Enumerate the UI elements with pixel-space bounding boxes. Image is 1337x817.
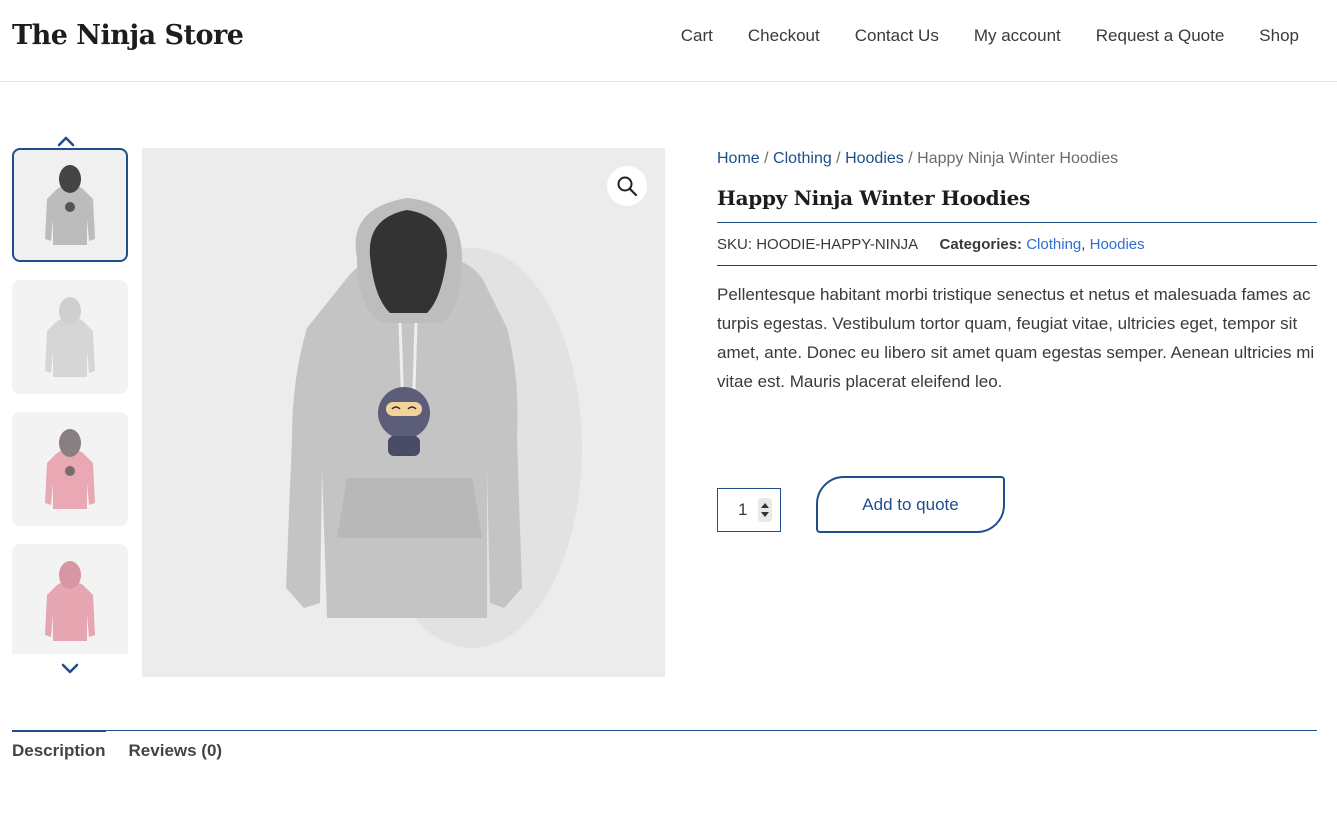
product-short-description: Pellentesque habitant morbi tristique se…	[717, 285, 1315, 391]
nav-item-request-quote[interactable]: Request a Quote	[1096, 26, 1225, 46]
thumbnail-3[interactable]	[12, 412, 128, 526]
breadcrumb-home[interactable]: Home	[717, 150, 760, 167]
hoodie-thumbnail-image	[45, 429, 95, 509]
tab-description[interactable]: Description	[12, 730, 106, 761]
thumbnail-2[interactable]	[12, 280, 128, 394]
breadcrumb: Home / Clothing / Hoodies / Happy Ninja …	[717, 150, 1317, 168]
categories-label: Categories:	[939, 236, 1023, 253]
nav-item-cart[interactable]: Cart	[681, 26, 713, 46]
site-title[interactable]: The Ninja Store	[12, 20, 244, 51]
quantity-value: 1	[738, 500, 748, 519]
thumbnail-4[interactable]	[12, 544, 128, 654]
hoodie-thumbnail-image	[45, 561, 95, 641]
product-meta: SKU: HOODIE-HAPPY-NINJA Categories: Clot…	[717, 223, 1317, 266]
gallery-thumbnails	[12, 148, 128, 654]
hoodie-image	[286, 198, 582, 648]
tab-reviews[interactable]: Reviews (0)	[129, 741, 223, 761]
site-header: The Ninja Store Cart Checkout Contact Us…	[0, 0, 1337, 82]
main-nav: Cart Checkout Contact Us My account Requ…	[646, 26, 1299, 46]
quantity-stepper-icon[interactable]	[758, 498, 772, 522]
hoodie-thumbnail-image	[45, 297, 95, 377]
search-icon	[617, 176, 638, 197]
product-main-image[interactable]	[142, 148, 665, 677]
breadcrumb-clothing[interactable]: Clothing	[773, 150, 832, 167]
breadcrumb-separator: /	[903, 150, 918, 167]
nav-item-checkout[interactable]: Checkout	[748, 26, 820, 46]
product-summary: Home / Clothing / Hoodies / Happy Ninja …	[717, 150, 1317, 396]
nav-item-shop[interactable]: Shop	[1259, 26, 1299, 46]
breadcrumb-current: Happy Ninja Winter Hoodies	[917, 150, 1119, 167]
quantity-input[interactable]: 1	[717, 488, 781, 532]
breadcrumb-separator: /	[759, 150, 774, 167]
sku-value: HOODIE-HAPPY-NINJA	[756, 236, 918, 253]
product-tabs: Description Reviews (0)	[12, 730, 1317, 761]
zoom-button[interactable]	[607, 166, 647, 206]
add-to-quote-form: 1 Add to quote	[717, 476, 1017, 536]
product-title: Happy Ninja Winter Hoodies	[717, 186, 1317, 223]
nav-item-my-account[interactable]: My account	[974, 26, 1061, 46]
sku-label: SKU:	[717, 236, 753, 253]
nav-item-contact-us[interactable]: Contact Us	[855, 26, 939, 46]
categories-separator: ,	[1081, 236, 1090, 253]
category-link-hoodies[interactable]: Hoodies	[1090, 236, 1145, 253]
breadcrumb-separator: /	[831, 150, 846, 167]
add-to-quote-button[interactable]: Add to quote	[816, 476, 1005, 533]
chevron-down-icon[interactable]	[60, 662, 80, 676]
category-link-clothing[interactable]: Clothing	[1026, 236, 1081, 253]
hoodie-thumbnail-image	[45, 165, 95, 245]
chevron-up-icon[interactable]	[56, 134, 76, 148]
thumbnail-1[interactable]	[12, 148, 128, 262]
breadcrumb-hoodies[interactable]: Hoodies	[845, 150, 904, 167]
